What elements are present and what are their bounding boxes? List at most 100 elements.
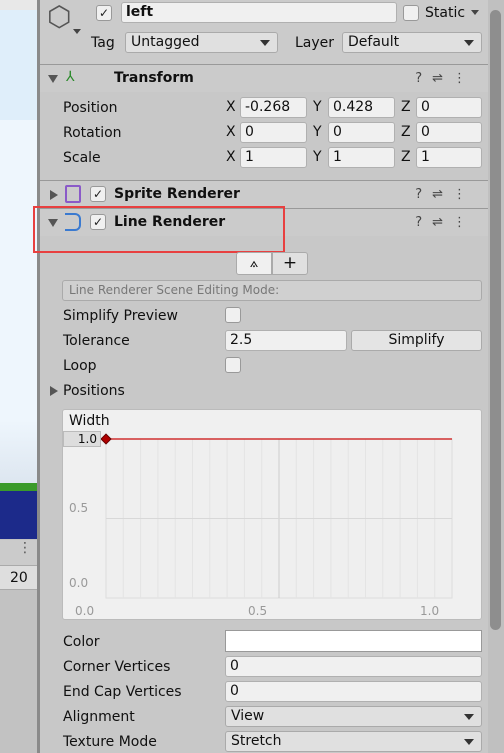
scrollbar-thumb[interactable] — [490, 10, 501, 630]
transform-icon: ⅄ — [66, 69, 75, 85]
more-icon[interactable]: ⋮ — [0, 540, 37, 565]
edit-points-button[interactable]: ⟑ — [236, 252, 272, 275]
simplify-button[interactable]: Simplify — [351, 330, 482, 351]
component-actions[interactable]: ?⇌⋮ — [415, 215, 476, 230]
help-icon[interactable]: ? — [415, 215, 432, 230]
tag-label: Tag — [91, 35, 115, 51]
y-tick-label[interactable]: 1.0 — [63, 431, 101, 447]
more-icon[interactable]: ⋮ — [453, 215, 476, 230]
sprite-renderer-enabled-checkbox[interactable]: ✓ — [90, 186, 106, 202]
chevron-down-icon — [260, 40, 270, 46]
help-icon[interactable]: ? — [415, 71, 432, 86]
visibility-count[interactable]: 20 — [0, 565, 37, 590]
alignment-dropdown[interactable]: View — [225, 706, 482, 727]
object-name-input[interactable]: left — [121, 2, 397, 23]
highlight-box — [33, 206, 285, 253]
scale-y-input[interactable]: 1 — [328, 147, 395, 168]
y-axis-label: Y — [313, 99, 322, 115]
tag-dropdown[interactable]: Untagged — [125, 32, 278, 53]
help-icon[interactable]: ? — [415, 187, 432, 202]
plus-icon: + — [282, 253, 298, 273]
position-x-input[interactable]: -0.268 — [240, 97, 307, 118]
tag-value: Untagged — [131, 34, 200, 50]
rotation-y-input[interactable]: 0 — [328, 122, 395, 143]
scale-label: Scale — [63, 150, 101, 166]
scene-editing-mode-label: Line Renderer Scene Editing Mode: — [62, 280, 482, 301]
width-curve-editor[interactable]: Width 1.0 0.5 0.0 0.0 0.5 1.0 — [62, 409, 482, 620]
alignment-label: Alignment — [63, 709, 135, 725]
edit-points-icon: ⟑ — [249, 255, 259, 271]
more-icon[interactable]: ⋮ — [453, 71, 476, 86]
icon-dropdown-arrow[interactable] — [73, 29, 81, 34]
x-tick-label: 0.5 — [248, 604, 268, 618]
sprite-renderer-header[interactable]: ✓ Sprite Renderer ?⇌⋮ — [40, 180, 488, 208]
tolerance-label: Tolerance — [63, 333, 130, 349]
loop-label: Loop — [63, 358, 97, 374]
scene-ground — [0, 491, 37, 539]
position-label: Position — [63, 100, 118, 116]
foldout-arrow[interactable] — [50, 190, 58, 200]
end-cap-vertices-input[interactable]: 0 — [225, 681, 482, 702]
chevron-down-icon — [464, 714, 474, 720]
simplify-preview-label: Simplify Preview — [63, 308, 178, 324]
scene-view[interactable]: ⋮ 20 — [0, 0, 37, 753]
rotation-z-input[interactable]: 0 — [416, 122, 482, 143]
scale-x-input[interactable]: 1 — [240, 147, 307, 168]
scene-tab-strip — [0, 0, 37, 10]
x-axis-label: X — [226, 99, 236, 115]
component-actions[interactable]: ?⇌⋮ — [415, 71, 476, 86]
width-curve-plot[interactable] — [63, 410, 483, 621]
static-dropdown-arrow[interactable] — [471, 10, 479, 15]
static-checkbox[interactable] — [403, 5, 419, 21]
presets-icon[interactable]: ⇌ — [432, 187, 453, 202]
layer-dropdown[interactable]: Default — [342, 32, 482, 53]
create-points-button[interactable]: + — [272, 252, 308, 275]
texture-mode-dropdown[interactable]: Stretch — [225, 731, 482, 752]
presets-icon[interactable]: ⇌ — [432, 215, 453, 230]
positions-foldout-arrow[interactable] — [50, 386, 58, 396]
scene-hills — [0, 420, 37, 483]
color-label: Color — [63, 634, 100, 650]
transform-header[interactable]: ⅄ Transform ?⇌⋮ — [40, 64, 488, 92]
simplify-preview-checkbox[interactable] — [225, 307, 241, 323]
end-cap-vertices-label: End Cap Vertices — [63, 684, 182, 700]
more-icon[interactable]: ⋮ — [453, 187, 476, 202]
sprite-renderer-title: Sprite Renderer — [114, 186, 240, 202]
rotation-x-input[interactable]: 0 — [240, 122, 307, 143]
x-tick-label: 0.0 — [75, 604, 95, 618]
y-axis-label: Y — [313, 149, 322, 165]
position-z-input[interactable]: 0 — [416, 97, 482, 118]
x-tick-label: 1.0 — [420, 604, 440, 618]
transform-title: Transform — [114, 70, 194, 86]
active-checkbox[interactable]: ✓ — [96, 5, 112, 21]
scene-sky — [0, 10, 37, 120]
sprite-renderer-icon — [65, 185, 81, 203]
inspector-scrollbar[interactable] — [488, 0, 504, 753]
loop-checkbox[interactable] — [225, 357, 241, 373]
texture-mode-value: Stretch — [231, 733, 282, 749]
presets-icon[interactable]: ⇌ — [432, 71, 453, 86]
y-tick-label: 0.5 — [69, 501, 89, 515]
alignment-value: View — [231, 708, 265, 724]
z-axis-label: Z — [401, 124, 411, 140]
rotation-label: Rotation — [63, 125, 122, 141]
color-swatch[interactable] — [225, 630, 482, 652]
position-y-input[interactable]: 0.428 — [328, 97, 395, 118]
chevron-down-icon — [464, 739, 474, 745]
tolerance-input[interactable]: 2.5 — [225, 330, 347, 351]
cube-icon[interactable]: ⬡ — [47, 2, 71, 32]
corner-vertices-label: Corner Vertices — [63, 659, 171, 675]
corner-vertices-input[interactable]: 0 — [225, 656, 482, 677]
foldout-arrow[interactable] — [48, 75, 58, 83]
static-label[interactable]: Static — [425, 4, 465, 22]
z-axis-label: Z — [401, 99, 411, 115]
y-axis-label: Y — [313, 124, 322, 140]
z-axis-label: Z — [401, 149, 411, 165]
texture-mode-label: Texture Mode — [63, 734, 157, 750]
scene-grass — [0, 483, 37, 491]
x-axis-label: X — [226, 149, 236, 165]
scale-z-input[interactable]: 1 — [416, 147, 482, 168]
component-actions[interactable]: ?⇌⋮ — [415, 187, 476, 202]
positions-label[interactable]: Positions — [63, 382, 125, 400]
x-axis-label: X — [226, 124, 236, 140]
